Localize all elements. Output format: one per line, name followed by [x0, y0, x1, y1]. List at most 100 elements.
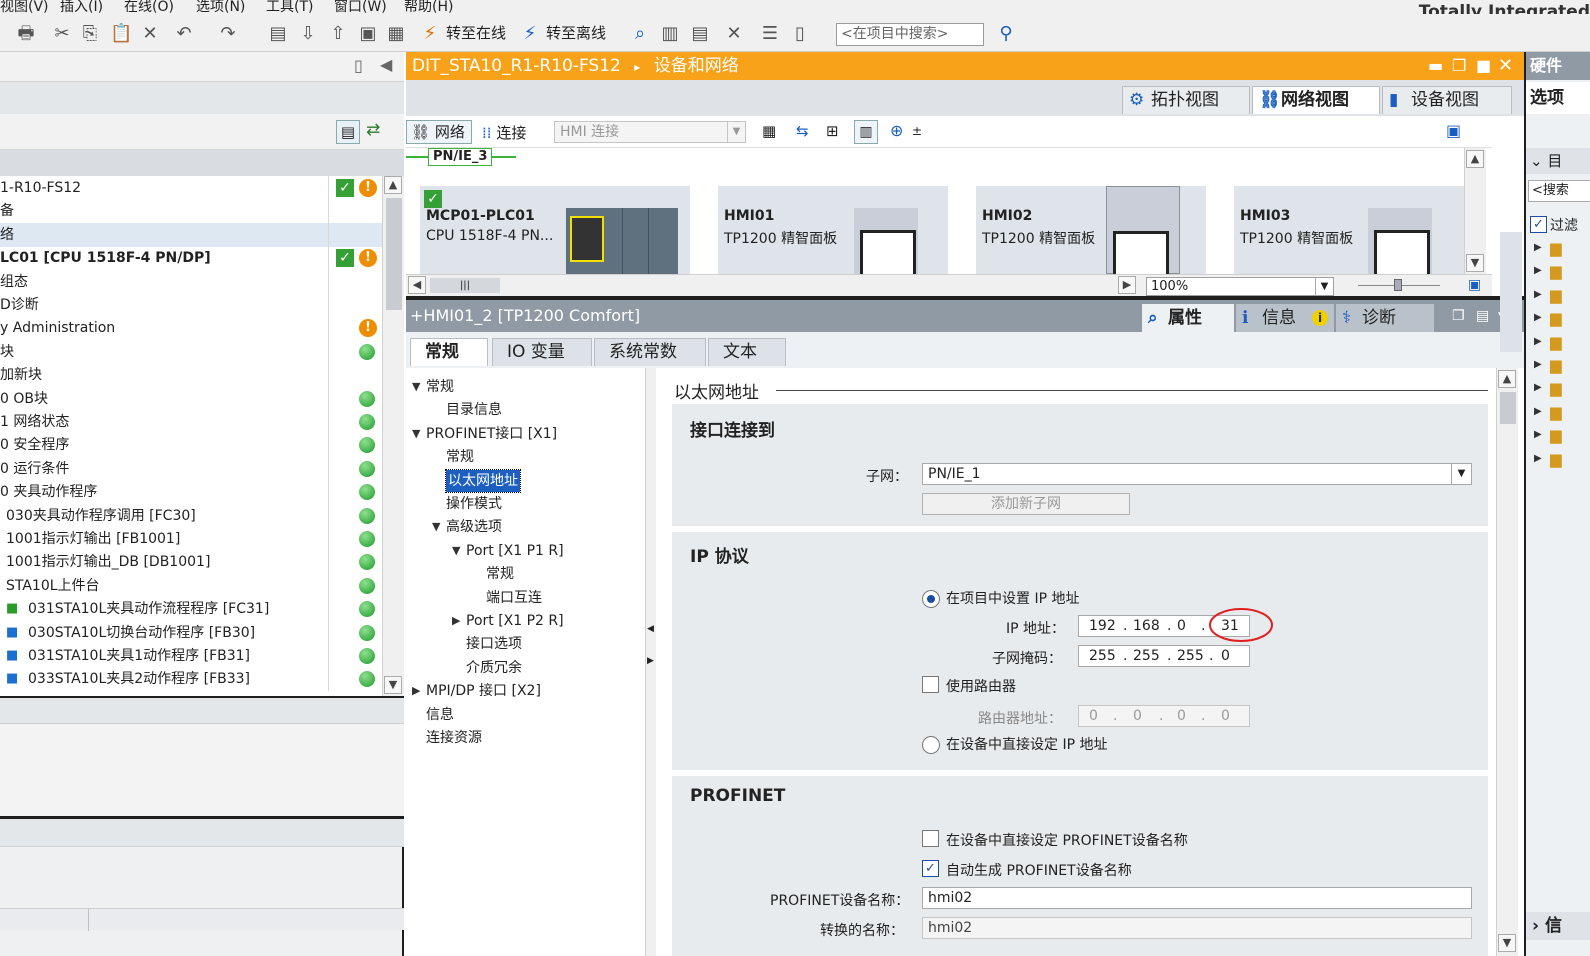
tree-item[interactable]: 030夹具动作程序调用 [FC30] — [0, 503, 382, 528]
ip-octet-1[interactable]: 192 — [1089, 616, 1116, 636]
go-offline-button[interactable]: 转至离线 — [546, 22, 606, 43]
search-go-icon[interactable]: ⚲ — [996, 24, 1016, 44]
scroll-down-icon[interactable]: ▼ — [1466, 254, 1484, 272]
cut-icon[interactable]: ✂ — [52, 24, 72, 44]
close-editor-icon[interactable]: ✕ — [724, 24, 744, 44]
ip-in-project-radio[interactable] — [922, 590, 940, 608]
tree-item[interactable]: STA10L上件台 — [0, 573, 382, 598]
copy-icon[interactable]: ⎘ — [80, 24, 100, 44]
tree-scrollbar[interactable]: ▲ ▼ — [382, 176, 404, 696]
tree-item[interactable]: 备 — [0, 199, 382, 224]
tree-item[interactable]: 0 安全程序 — [0, 433, 382, 458]
upload-icon[interactable]: ⇧ — [328, 24, 348, 44]
tree-item[interactable]: ■ 033STA10L夹具2动作程序 [FB33] — [0, 667, 382, 692]
tab-diagnostics[interactable]: ⚕ 诊断 — [1336, 304, 1434, 332]
catalog-folder-item[interactable]: ▶ ▆ — [1532, 261, 1590, 284]
undo-icon[interactable]: ↶ — [174, 24, 194, 44]
overview-icon[interactable]: ▣ — [1446, 121, 1461, 140]
print-icon[interactable]: 🖶 — [16, 24, 36, 44]
start-sim-icon[interactable]: ▦ — [386, 24, 406, 44]
expand-down-icon[interactable]: ▼ — [452, 544, 460, 557]
download-icon[interactable]: ⇩ — [298, 24, 318, 44]
minimize-icon[interactable]: ▬ — [1428, 52, 1443, 80]
connection-mode-button[interactable]: ⁞⁞ 连接 — [482, 122, 526, 143]
nav-item[interactable]: 端口互连 — [486, 587, 542, 609]
pin-icon[interactable]: ▯ — [354, 56, 363, 75]
catalog-folder-item[interactable]: ▶ ▆ — [1532, 308, 1590, 331]
zoom-dropdown-icon[interactable]: ± — [912, 124, 922, 138]
collapse-left-icon[interactable]: ◀ — [380, 55, 392, 74]
subtab-system-constants[interactable]: 系统常数 — [594, 338, 706, 366]
nav-item[interactable]: MPI/DP 接口 [X2] — [426, 680, 541, 702]
nav-item[interactable]: 常规 — [446, 446, 474, 468]
subnet-select[interactable]: PN/IE_1 ▼ — [922, 463, 1472, 485]
layout-horizontal-icon[interactable]: ☰ — [760, 24, 780, 44]
scroll-up-icon[interactable]: ▲ — [384, 176, 402, 194]
chevron-down-icon[interactable]: ▼ — [1315, 278, 1333, 295]
router-address-field[interactable]: 0 . 0 . 0 . 0 — [1078, 705, 1250, 727]
show-relations-icon[interactable]: ⇆ — [796, 122, 809, 140]
grid-icon[interactable]: ⊞ — [826, 122, 839, 140]
tree-item[interactable]: 1-R10-FS12 ✓! — [0, 176, 382, 200]
scroll-up-icon[interactable]: ▲ — [1466, 150, 1484, 168]
maximize-icon[interactable]: ■ — [1476, 52, 1491, 80]
catalog-search-input[interactable]: <搜索 — [1528, 180, 1590, 202]
nav-item[interactable]: 信息 — [426, 704, 454, 726]
nav-item[interactable]: 介质冗余 — [466, 657, 522, 679]
tab-network-view[interactable]: ⛓ 网络视图 — [1252, 86, 1380, 114]
ip-octet-2[interactable]: 168 — [1133, 616, 1160, 636]
scroll-thumb[interactable] — [1500, 392, 1516, 424]
tree-item[interactable]: ■ 031STA10L夹具1动作程序 [FB31] — [0, 644, 382, 668]
close-icon[interactable]: ✕ — [1498, 52, 1513, 80]
ip-on-device-radio[interactable] — [922, 736, 940, 754]
device-hmi03[interactable]: HMI03 TP1200 精智面板 — [1234, 186, 1464, 274]
zoom-in-icon[interactable]: ⊕ — [890, 121, 903, 140]
layout-icon[interactable]: ▤ — [1476, 300, 1489, 332]
tree-item[interactable]: 0 OB块 — [0, 386, 382, 411]
catalog-folder-item[interactable]: ▶ ▆ — [1532, 285, 1590, 308]
nav-item[interactable]: 接口选项 — [466, 633, 522, 655]
nav-item[interactable]: 高级选项 — [446, 516, 502, 538]
network-mode-button[interactable]: ⛓ 网络 — [406, 120, 472, 144]
layout-vertical-icon[interactable]: ▯ — [790, 24, 810, 44]
nav-item[interactable]: 连接资源 — [426, 727, 482, 749]
tree-item[interactable]: 1001指示灯输出 [FB1001] — [0, 527, 382, 551]
scroll-down-icon[interactable]: ▼ — [384, 676, 402, 694]
sync-icon[interactable]: ⇄ — [366, 120, 380, 140]
nav-item[interactable]: 操作模式 — [446, 493, 502, 515]
mask-octet-1[interactable]: 255 — [1089, 646, 1116, 666]
mask-octet-2[interactable]: 255 — [1133, 646, 1160, 666]
expand-down-icon[interactable]: ▼ — [412, 427, 420, 440]
catalog-folder-item[interactable]: ▶ ▆ — [1532, 402, 1590, 425]
tree-item[interactable]: 加新块 — [0, 363, 382, 388]
nav-item[interactable]: 以太网地址 — [445, 468, 521, 493]
list-view-icon[interactable]: ▤ — [336, 120, 360, 144]
tree-item[interactable]: 1 网络状态 — [0, 410, 382, 434]
tree-item[interactable]: ■ 031STA10L夹具动作流程程序 [FC31] — [0, 597, 382, 622]
device-hmi02[interactable]: HMI02 TP1200 精智面板 — [976, 186, 1206, 274]
converted-name-field[interactable]: hmi02 — [922, 917, 1472, 939]
accessible-devices-icon[interactable]: ⌕ — [630, 24, 650, 44]
connection-type-select[interactable]: HMI 连接 ▼ — [554, 121, 746, 143]
nav-item[interactable]: Port [X1 P2 R] — [466, 610, 564, 632]
nav-item[interactable]: 常规 — [426, 376, 454, 398]
tab-properties[interactable]: ⌕ 属性 — [1142, 304, 1234, 332]
expand-icon[interactable]: ▶ — [647, 656, 654, 666]
nav-item[interactable]: Port [X1 P1 R] — [466, 540, 564, 562]
nav-item[interactable]: PROFINET接口 [X1] — [426, 423, 557, 445]
breadcrumb-project[interactable]: DIT_STA10_R1-R10-FS12 — [412, 56, 621, 76]
nav-item[interactable]: 目录信息 — [446, 399, 502, 421]
float-icon[interactable]: ❐ — [1452, 52, 1466, 80]
ip-octet-3[interactable]: 0 — [1177, 616, 1186, 636]
use-router-checkbox[interactable] — [922, 676, 939, 693]
collapse-icon[interactable]: ◀ — [647, 624, 654, 634]
paste-icon[interactable]: 📋 — [110, 24, 132, 44]
pn-name-direct-checkbox[interactable] — [922, 830, 939, 847]
redo-icon[interactable]: ↷ — [218, 24, 238, 44]
nav-item[interactable]: 常规 — [486, 563, 514, 585]
split-horizontal-icon[interactable]: ▥ — [660, 24, 680, 44]
go-offline-icon[interactable]: ⚡ — [520, 24, 540, 44]
mask-octet-3[interactable]: 255 — [1177, 646, 1204, 666]
catalog-folder-item[interactable]: ▶ ▆ — [1532, 378, 1590, 401]
tree-item[interactable]: 组态 — [0, 269, 382, 294]
